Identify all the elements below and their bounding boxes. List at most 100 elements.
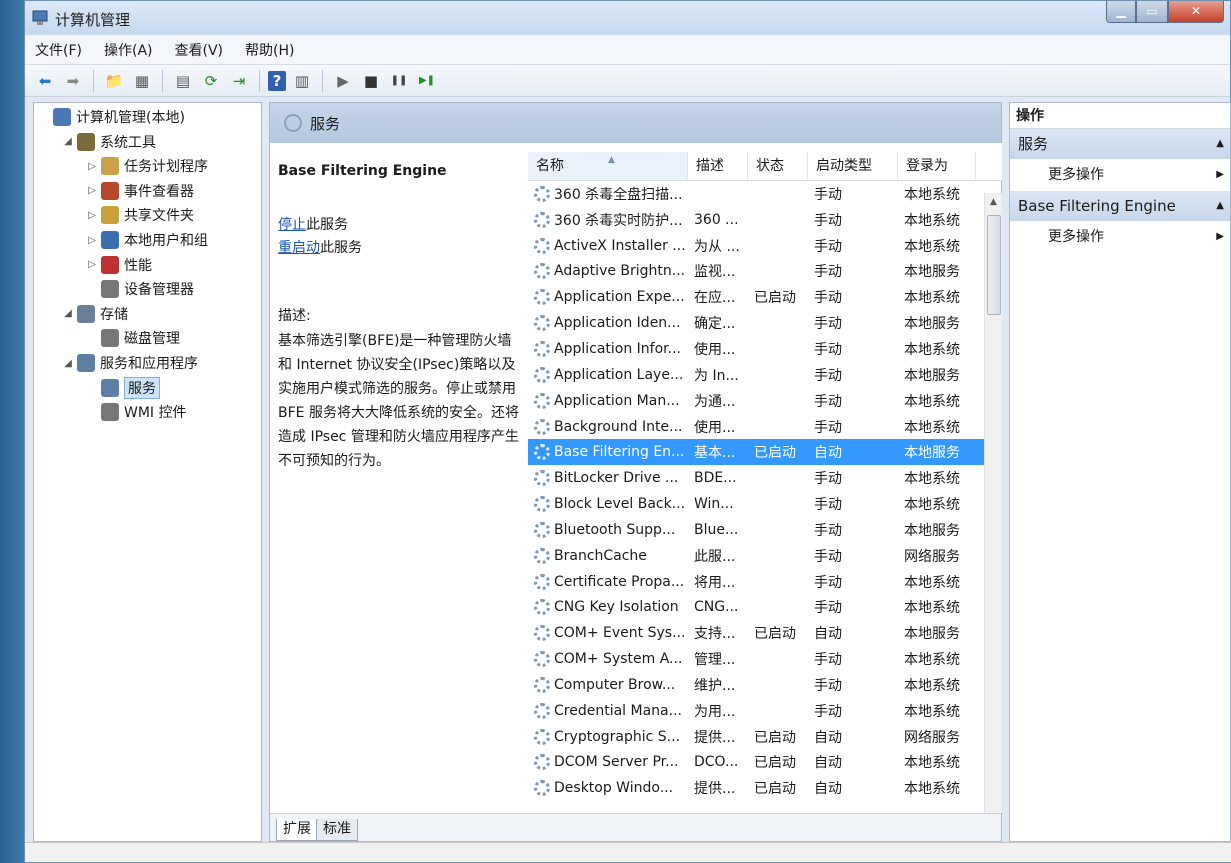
menu-item[interactable]: 帮助(H) [245, 40, 294, 60]
more-actions-item[interactable]: 更多操作 ▶ [1010, 159, 1230, 191]
up-folder-icon[interactable]: 📁 [102, 69, 126, 93]
back-icon[interactable]: ⬅ [33, 69, 57, 93]
collapse-icon[interactable]: ▲ [1216, 129, 1224, 159]
tools-icon [77, 132, 95, 151]
restart-service-link[interactable]: 重启动 [278, 240, 320, 256]
start-service-icon[interactable]: ▶ [331, 69, 355, 93]
table-row[interactable]: 360 杀毒全盘扫描... 手动 本地系统 [528, 181, 1002, 207]
table-row[interactable]: Cryptographic S... 提供... 已启动 自动 网络服务 [528, 724, 1002, 750]
expand-arrow-icon[interactable]: ▷ [86, 185, 98, 196]
table-row[interactable]: Block Level Back... Win... 手动 本地系统 [528, 491, 1002, 517]
table-row[interactable]: Base Filtering En... 基本... 已启动 自动 本地服务 [528, 439, 1002, 466]
vertical-scrollbar[interactable]: ▲ ▼ [984, 193, 1002, 813]
table-row[interactable]: CNG Key Isolation CNG... 手动 本地系统 [528, 595, 1002, 621]
tree-item-label: 服务 [124, 376, 160, 399]
service-name: Block Level Back... [554, 496, 686, 513]
column-header[interactable]: 启动类型 [808, 152, 898, 180]
tree-item[interactable]: ◢ 系统工具 [62, 130, 156, 154]
table-row[interactable]: Computer Brow... 维护... 手动 本地系统 [528, 672, 1002, 698]
actions-section[interactable]: Base Filtering Engine ▲ [1010, 191, 1230, 221]
tree-item[interactable]: 计算机管理(本地) [38, 105, 185, 129]
show-hide-action-icon[interactable]: ▥ [290, 69, 314, 93]
tree-item[interactable]: 磁盘管理 [86, 326, 180, 350]
more-actions-item[interactable]: 更多操作 ▶ [1010, 221, 1230, 253]
table-row[interactable]: BitLocker Drive ... BDE... 手动 本地系统 [528, 465, 1002, 491]
table-row[interactable]: Application Laye... 为 In... 手动 本地服务 [528, 362, 1002, 388]
table-row[interactable]: Application Man... 为通... 手动 本地系统 [528, 388, 1002, 414]
tree-item-label: 系统工具 [100, 134, 156, 151]
maximize-button[interactable]: ▭ [1136, 1, 1168, 23]
service-name: CNG Key Isolation [554, 599, 679, 616]
tree-item[interactable]: ▷ 共享文件夹 [86, 203, 194, 227]
pause-service-icon[interactable]: ❚❚ [387, 69, 411, 93]
table-row[interactable]: 360 杀毒实时防护... 360 ... 手动 本地系统 [528, 207, 1002, 233]
table-row[interactable]: Desktop Windo... 提供... 已启动 自动 本地系统 [528, 775, 1002, 801]
title-bar[interactable]: 计算机管理 ▁ ▭ ✕ [25, 1, 1230, 35]
column-header[interactable]: 描述 [688, 152, 748, 180]
service-cell: 360 ... [694, 211, 739, 228]
expand-arrow-icon[interactable]: ▷ [86, 259, 98, 270]
more-actions-label: 更多操作 [1048, 229, 1104, 245]
table-row[interactable]: BranchCache 此服... 手动 网络服务 [528, 543, 1002, 569]
tab-standard[interactable]: 标准 [316, 819, 358, 841]
tree-item[interactable]: ◢ 服务和应用程序 [62, 351, 198, 375]
show-hide-tree-icon[interactable]: ▦ [130, 69, 154, 93]
tree-item[interactable]: ▷ 性能 [86, 253, 152, 277]
table-row[interactable]: Certificate Propa... 将用... 手动 本地系统 [528, 569, 1002, 595]
expand-arrow-icon[interactable]: ◢ [62, 136, 74, 147]
forward-icon[interactable]: ➡ [61, 69, 85, 93]
column-header[interactable]: 登录为 [898, 152, 976, 180]
table-row[interactable]: COM+ Event Sys... 支持... 已启动 自动 本地服务 [528, 620, 1002, 646]
tree-item[interactable]: WMI 控件 [86, 400, 187, 424]
list-header: 名称 描述 状态 启动类型 登录为 ▲ [528, 143, 1002, 181]
table-row[interactable]: Credential Mana... 为用... 手动 本地系统 [528, 698, 1002, 724]
expand-arrow-icon[interactable]: ◢ [62, 308, 74, 319]
tree-item[interactable]: 服务 [86, 376, 160, 400]
scroll-up-icon[interactable]: ▲ [985, 193, 1002, 211]
stop-service-icon[interactable]: ■ [359, 69, 383, 93]
table-row[interactable]: Adaptive Brightn... 监视... 手动 本地服务 [528, 259, 1002, 285]
collapse-icon[interactable]: ▲ [1216, 191, 1224, 221]
help-icon[interactable]: ? [268, 70, 286, 91]
expand-arrow-icon[interactable]: ◢ [62, 358, 74, 369]
tree-item[interactable]: ▷ 本地用户和组 [86, 228, 208, 252]
service-cell: 本地系统 [904, 574, 960, 591]
tree-item[interactable]: ▷ 任务计划程序 [86, 154, 208, 178]
table-row[interactable]: Application Infor... 使用... 手动 本地系统 [528, 336, 1002, 362]
scroll-thumb[interactable] [987, 215, 1001, 315]
properties-icon[interactable]: ▤ [171, 69, 195, 93]
table-row[interactable]: Bluetooth Supp... Blue... 手动 本地服务 [528, 517, 1002, 543]
service-gear-icon [534, 211, 550, 228]
refresh-icon[interactable]: ⟳ [199, 69, 223, 93]
tab-extended[interactable]: 扩展 [276, 819, 318, 841]
export-icon[interactable]: ⇥ [227, 69, 251, 93]
more-actions-label: 更多操作 [1048, 167, 1104, 183]
tree-item[interactable]: ▷ 事件查看器 [86, 179, 194, 203]
table-row[interactable]: Application Expe... 在应... 已启动 手动 本地系统 [528, 284, 1002, 310]
tree-item[interactable]: 设备管理器 [86, 277, 194, 301]
menu-item[interactable]: 文件(F) [35, 40, 82, 60]
table-row[interactable]: DCOM Server Pr... DCO... 已启动 自动 本地系统 [528, 750, 1002, 776]
expand-arrow-icon[interactable]: ▷ [86, 210, 98, 221]
service-name-cell: Desktop Windo... [528, 780, 688, 797]
expand-arrow-icon[interactable]: ▷ [86, 161, 98, 172]
column-header[interactable]: 状态 [748, 152, 808, 180]
table-row[interactable]: Background Inte... 使用... 手动 本地系统 [528, 414, 1002, 440]
table-row[interactable]: Application Iden... 确定... 手动 本地服务 [528, 310, 1002, 336]
service-cell: 自动 [814, 445, 842, 462]
service-name-cell: Certificate Propa... [528, 573, 688, 590]
restart-service-icon[interactable]: ▶❚ [415, 69, 439, 93]
menu-item[interactable]: 查看(V) [175, 40, 224, 60]
table-row[interactable]: COM+ System A... 管理... 手动 本地系统 [528, 646, 1002, 672]
actions-section[interactable]: 服务 ▲ [1010, 129, 1230, 159]
close-button[interactable]: ✕ [1168, 1, 1224, 23]
table-row[interactable]: ActiveX Installer ... 为从 ... 手动 本地系统 [528, 233, 1002, 259]
service-cell: 手动 [814, 341, 842, 358]
tree-item-label: 任务计划程序 [124, 159, 208, 176]
menu-item[interactable]: 操作(A) [104, 40, 153, 60]
service-cell: 手动 [814, 652, 842, 669]
minimize-button[interactable]: ▁ [1106, 1, 1136, 23]
tree-item[interactable]: ◢ 存储 [62, 302, 128, 326]
stop-service-link[interactable]: 停止 [278, 217, 306, 233]
expand-arrow-icon[interactable]: ▷ [86, 235, 98, 246]
